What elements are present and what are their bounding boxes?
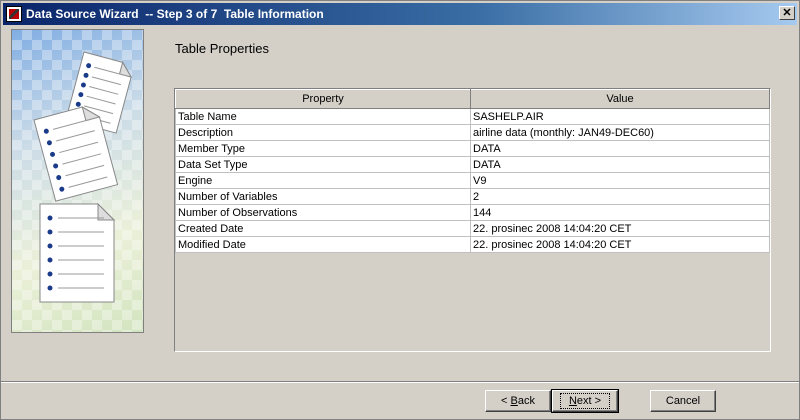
value-cell[interactable]: 144 [470,204,770,221]
column-header-value[interactable]: Value [470,89,770,109]
property-cell[interactable]: Data Set Type [175,156,471,173]
close-button[interactable]: ✕ [779,6,795,20]
value-cell[interactable]: airline data (monthly: JAN49-DEC60) [470,124,770,141]
property-cell[interactable]: Member Type [175,140,471,157]
value-cell[interactable]: 22. prosinec 2008 14:04:20 CET [470,236,770,253]
back-button[interactable]: < Back [485,390,551,412]
document-icon [39,202,116,303]
property-cell[interactable]: Table Name [175,108,471,125]
back-button-label: < Back [501,395,535,407]
value-cell[interactable]: 22. prosinec 2008 14:04:20 CET [470,220,770,237]
value-cell[interactable]: SASHELP.AIR [470,108,770,125]
next-button[interactable]: Next > [551,389,619,413]
button-bar-separator [1,381,799,383]
table-row[interactable]: Created Date 22. prosinec 2008 14:04:20 … [175,220,770,237]
value-cell[interactable]: DATA [470,156,770,173]
table-row[interactable]: Number of Observations 144 [175,204,770,221]
table-row[interactable]: Data Set Type DATA [175,156,770,173]
sas-app-icon[interactable] [6,6,22,22]
page-heading: Table Properties [175,41,269,56]
table-row[interactable]: Modified Date 22. prosinec 2008 14:04:20… [175,236,770,253]
value-cell[interactable]: DATA [470,140,770,157]
wizard-illustration-panel [11,29,144,333]
column-header-property[interactable]: Property [175,89,471,109]
property-cell[interactable]: Created Date [175,220,471,237]
value-cell[interactable]: V9 [470,172,770,189]
document-stack-illustration [33,51,133,303]
properties-table: Property Value Table Name SASHELP.AIR De… [175,89,770,253]
property-cell[interactable]: Engine [175,172,471,189]
cancel-button[interactable]: Cancel [650,390,716,412]
table-row[interactable]: Member Type DATA [175,140,770,157]
property-cell[interactable]: Description [175,124,471,141]
table-row[interactable]: Table Name SASHELP.AIR [175,108,770,125]
table-row[interactable]: Description airline data (monthly: JAN49… [175,124,770,141]
table-row[interactable]: Engine V9 [175,172,770,189]
value-cell[interactable]: 2 [470,188,770,205]
table-header-row: Property Value [175,89,770,109]
property-cell[interactable]: Modified Date [175,236,471,253]
title-bar[interactable]: Data Source Wizard -- Step 3 of 7 Table … [3,3,797,25]
next-button-label: Next > [559,393,611,409]
property-cell[interactable]: Number of Variables [175,188,471,205]
wizard-window: Data Source Wizard -- Step 3 of 7 Table … [0,0,800,420]
window-title: Data Source Wizard -- Step 3 of 7 Table … [26,7,324,21]
table-properties-grid[interactable]: Property Value Table Name SASHELP.AIR De… [174,88,771,352]
close-icon: ✕ [782,6,792,19]
property-cell[interactable]: Number of Observations [175,204,471,221]
table-row[interactable]: Number of Variables 2 [175,188,770,205]
